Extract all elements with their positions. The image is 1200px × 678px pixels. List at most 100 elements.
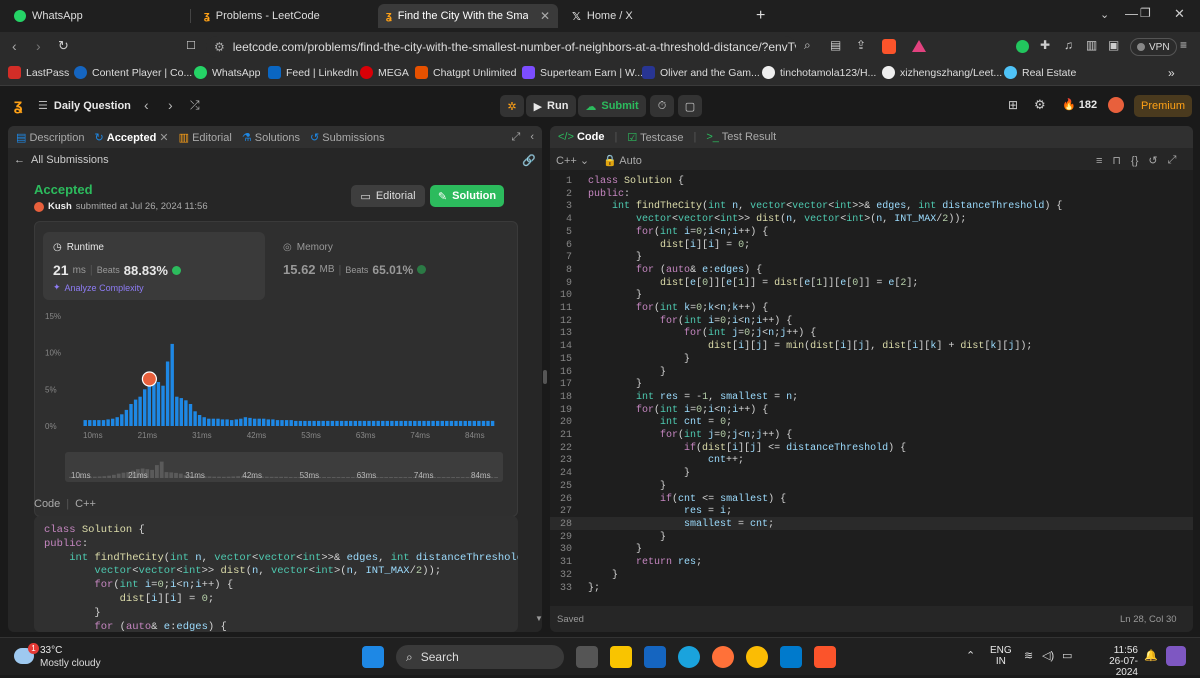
close-window-icon[interactable]: ✕ xyxy=(1174,6,1185,22)
wallet-icon[interactable]: ▣ xyxy=(1108,38,1119,52)
tab-solutions[interactable]: ⚗ Solutions xyxy=(242,131,300,144)
bookmark-oliver[interactable]: Oliver and the Gam... xyxy=(642,66,760,79)
reader-icon[interactable]: ▤ xyxy=(830,38,841,52)
chart-bar[interactable] xyxy=(188,404,193,426)
chart-bar[interactable] xyxy=(225,419,229,426)
chart-bar[interactable] xyxy=(275,420,280,426)
code-line[interactable]: 32 } xyxy=(550,570,1193,583)
debug-icon[interactable]: ✲ xyxy=(500,95,524,117)
chart-bar[interactable] xyxy=(403,420,408,426)
chart-bar[interactable] xyxy=(143,389,147,426)
share-icon[interactable]: ⇪ xyxy=(856,38,866,52)
code-line[interactable]: 24 } xyxy=(550,468,1193,481)
chart-bar[interactable] xyxy=(248,417,252,426)
tab-search-icon[interactable]: ⌄ xyxy=(1100,8,1109,21)
minimize-icon[interactable]: — xyxy=(1125,6,1138,21)
fullscreen-icon[interactable]: ⤢ xyxy=(1168,154,1177,167)
streak-counter[interactable]: 🔥 182 xyxy=(1062,98,1097,112)
chart-bar[interactable] xyxy=(454,420,458,426)
code-line[interactable]: 28 smallest = cnt; xyxy=(550,519,1193,532)
copilot-icon[interactable] xyxy=(1166,646,1186,666)
battery-icon[interactable]: ▭ xyxy=(1062,649,1072,662)
chart-bar[interactable] xyxy=(458,420,463,426)
restore-icon[interactable]: ❐ xyxy=(1140,6,1151,20)
tab-test-result[interactable]: >_ Test Result xyxy=(706,131,776,143)
chrome-icon[interactable] xyxy=(746,646,768,668)
chart-bar[interactable] xyxy=(335,420,339,426)
chart-bar[interactable] xyxy=(353,420,357,426)
bookmark-content-player[interactable]: Content Player | Co... xyxy=(74,66,192,79)
chart-bar[interactable] xyxy=(124,409,129,426)
chart-bar[interactable] xyxy=(362,420,367,426)
chart-bar[interactable] xyxy=(175,396,179,426)
maximize-icon[interactable]: ⤢ xyxy=(512,131,521,144)
chart-bar[interactable] xyxy=(326,420,330,426)
wifi-icon[interactable]: ≋ xyxy=(1024,649,1033,662)
chart-bar[interactable] xyxy=(330,420,335,426)
media-icon[interactable]: ♫ xyxy=(1064,38,1073,52)
chart-bar[interactable] xyxy=(111,418,115,426)
code-line[interactable]: 30 } xyxy=(550,544,1193,557)
chart-bar[interactable] xyxy=(92,420,97,426)
chart-bar[interactable] xyxy=(468,420,472,426)
chart-bar[interactable] xyxy=(307,420,312,426)
code-line[interactable]: 23 cnt++; xyxy=(550,455,1193,468)
bookmark-github-1[interactable]: tinchotamola123/H... xyxy=(762,66,876,79)
bookmark-whatsapp[interactable]: WhatsApp xyxy=(194,66,260,79)
bookmark-linkedin[interactable]: Feed | LinkedIn xyxy=(268,66,358,79)
code-line[interactable]: 14 dist[i][j] = min(dist[i][j], dist[i][… xyxy=(550,341,1193,354)
extension-plus-icon[interactable] xyxy=(1016,40,1029,53)
reload-icon[interactable]: ↻ xyxy=(58,38,69,54)
notes-icon[interactable]: ▢ xyxy=(678,95,702,117)
brave-rewards-icon[interactable] xyxy=(912,40,926,52)
code-preview[interactable]: class Solution {public: int findTheCity(… xyxy=(34,516,518,632)
tab-testcase[interactable]: ☑ Testcase xyxy=(627,131,683,144)
chart-bar[interactable] xyxy=(266,419,270,426)
bookmark-icon[interactable]: ⊓ xyxy=(1112,154,1121,167)
code-line[interactable]: 22 if(dist[i][j] <= distanceThreshold) { xyxy=(550,443,1193,456)
chart-bar[interactable] xyxy=(220,419,225,426)
code-line[interactable]: 3 int findTheCity(int n, vector<vector<i… xyxy=(550,201,1193,214)
leetcode-logo-icon[interactable]: ʓ xyxy=(14,97,22,115)
chart-bar[interactable] xyxy=(321,420,325,426)
chart-bar[interactable] xyxy=(394,420,399,426)
runtime-distribution-chart[interactable]: 15% 10% 5% 0% 10ms 21ms 31ms 42ms 53ms 63ms 74ms 84… xyxy=(35,304,519,518)
tab-editorial[interactable]: ▥ Editorial xyxy=(179,131,232,144)
next-question-icon[interactable]: › xyxy=(168,97,173,113)
tab-home-x[interactable]: 𝕏 Home / X xyxy=(564,4,744,28)
chart-bar[interactable] xyxy=(431,420,435,426)
brave-shields-icon[interactable] xyxy=(882,39,896,54)
run-button[interactable]: ▶ Run xyxy=(526,95,576,117)
chart-bar[interactable] xyxy=(413,420,417,426)
chart-bar[interactable] xyxy=(280,420,284,426)
chart-bar[interactable] xyxy=(165,361,170,427)
premium-button[interactable]: Premium xyxy=(1134,95,1192,117)
chart-bar[interactable] xyxy=(147,382,151,426)
chart-bar[interactable] xyxy=(317,420,321,426)
chart-bar[interactable] xyxy=(243,417,248,426)
language-select[interactable]: C++ ⌄ xyxy=(556,154,589,167)
code-line[interactable]: 5 for(int i=0;i<n;i++) { xyxy=(550,227,1193,240)
chart-bar[interactable] xyxy=(133,399,138,426)
chart-bar[interactable] xyxy=(440,420,444,426)
chart-bar[interactable] xyxy=(106,419,110,426)
chart-bar[interactable] xyxy=(284,420,289,426)
chart-bar[interactable] xyxy=(289,420,293,426)
tab-submissions[interactable]: ↺ Submissions xyxy=(310,131,385,144)
bookmark-real-estate[interactable]: Real Estate xyxy=(1004,66,1076,79)
chart-bar[interactable] xyxy=(449,420,454,426)
code-line[interactable]: 19 for(int i=0;i<n;i++) { xyxy=(550,405,1193,418)
chart-bar[interactable] xyxy=(161,385,165,426)
code-line[interactable]: 7 } xyxy=(550,252,1193,265)
tray-overflow-icon[interactable]: ⌃ xyxy=(966,649,975,662)
prev-question-icon[interactable]: ‹ xyxy=(144,97,149,113)
chart-bar[interactable] xyxy=(294,420,298,426)
new-tab-button[interactable]: + xyxy=(756,7,765,25)
chart-bar[interactable] xyxy=(88,420,92,426)
submit-button[interactable]: ☁ Submit xyxy=(578,95,646,117)
bookmark-lastpass[interactable]: LastPass xyxy=(8,66,69,79)
chart-bar[interactable] xyxy=(298,420,303,426)
bookmark-superteam[interactable]: Superteam Earn | W... xyxy=(522,66,643,79)
file-explorer-icon[interactable] xyxy=(610,646,632,668)
reset-icon[interactable]: ↺ xyxy=(1148,154,1157,167)
